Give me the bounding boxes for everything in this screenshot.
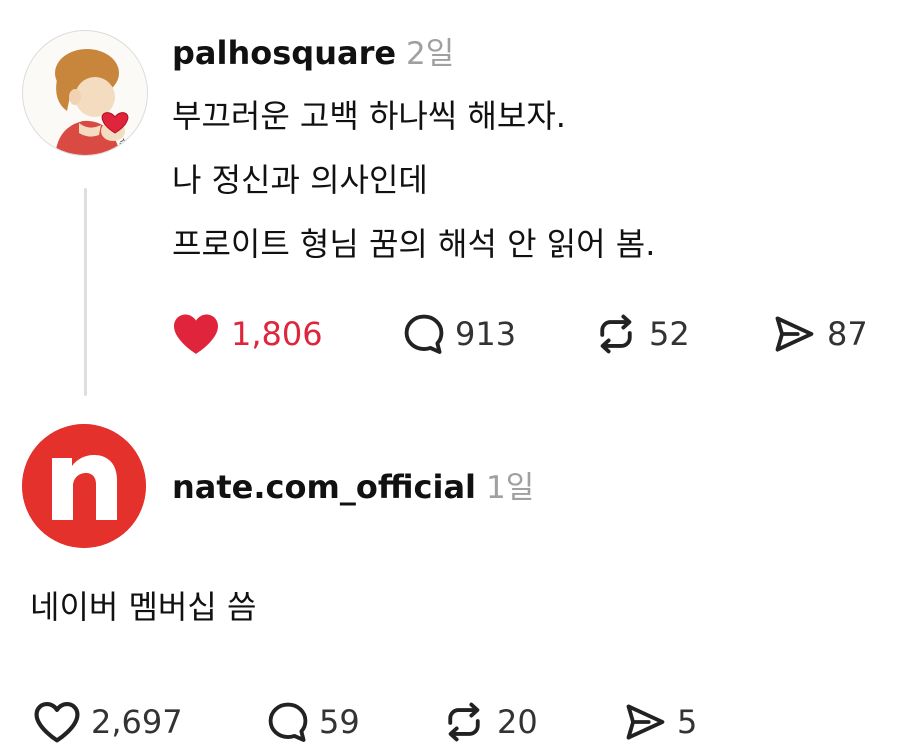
post-1-line-1: 부끄러운 고백 하나씩 해보자. bbox=[172, 97, 566, 135]
avatar-nate-official[interactable] bbox=[22, 424, 146, 548]
post-1-line-2: 나 정신과 의사인데 bbox=[172, 161, 428, 199]
post-1-repost-count: 52 bbox=[649, 315, 690, 353]
post-2-username[interactable]: nate.com_official bbox=[172, 468, 476, 506]
post-1-line-3: 프로이트 형님 꿈의 해석 안 읽어 봄. bbox=[172, 225, 656, 263]
comment-icon bbox=[268, 702, 308, 742]
share-icon bbox=[626, 704, 665, 740]
post-2-timestamp: 1일 bbox=[486, 470, 535, 506]
post-2-line-1: 네이버 멤버십 씀 bbox=[30, 588, 257, 626]
svg-text:슥-: 슥- bbox=[119, 138, 132, 150]
post-2-body: 네이버 멤버십 씀 bbox=[30, 582, 256, 628]
post-2-comment-count: 59 bbox=[319, 703, 360, 741]
heart-icon bbox=[174, 314, 218, 354]
comment-icon bbox=[404, 314, 444, 354]
post-1-timestamp: 2일 bbox=[406, 36, 455, 72]
post-2-share-button[interactable]: 5 bbox=[622, 700, 697, 744]
post-2-repost-count: 20 bbox=[497, 703, 538, 741]
post-1-header: palhosquare 2일 bbox=[172, 28, 454, 73]
post-1-like-count: 1,806 bbox=[231, 315, 323, 353]
post-1-share-count: 87 bbox=[827, 315, 868, 353]
post-1-comment-count: 913 bbox=[455, 315, 517, 353]
nate-logo-icon bbox=[22, 424, 146, 548]
share-icon bbox=[775, 316, 814, 352]
post-2-like-button[interactable]: 2,697 bbox=[32, 700, 183, 744]
post-1-comment-button[interactable]: 913 bbox=[402, 312, 516, 356]
thread-connector-line bbox=[84, 188, 87, 396]
post-1-repost-button[interactable]: 52 bbox=[592, 312, 690, 356]
repost-icon bbox=[448, 702, 480, 742]
post-2-header: nate.com_official 1일 bbox=[172, 462, 534, 507]
repost-icon bbox=[600, 314, 632, 354]
avatar-palhosquare[interactable]: 슥- bbox=[22, 30, 148, 156]
post-2-repost-button[interactable]: 20 bbox=[440, 700, 538, 744]
post-1-body: 부끄러운 고백 하나씩 해보자. 나 정신과 의사인데 프로이트 형님 꿈의 해… bbox=[172, 84, 655, 276]
avatar-illustration: 슥- bbox=[55, 49, 132, 155]
post-1-username[interactable]: palhosquare bbox=[172, 34, 396, 72]
post-2-share-count: 5 bbox=[677, 703, 698, 741]
post-1-share-button[interactable]: 87 bbox=[770, 312, 868, 356]
post-2-comment-button[interactable]: 59 bbox=[266, 700, 360, 744]
post-1-like-button[interactable]: 1,806 bbox=[170, 312, 323, 356]
heart-icon bbox=[34, 702, 80, 743]
post-2-like-count: 2,697 bbox=[91, 703, 183, 741]
